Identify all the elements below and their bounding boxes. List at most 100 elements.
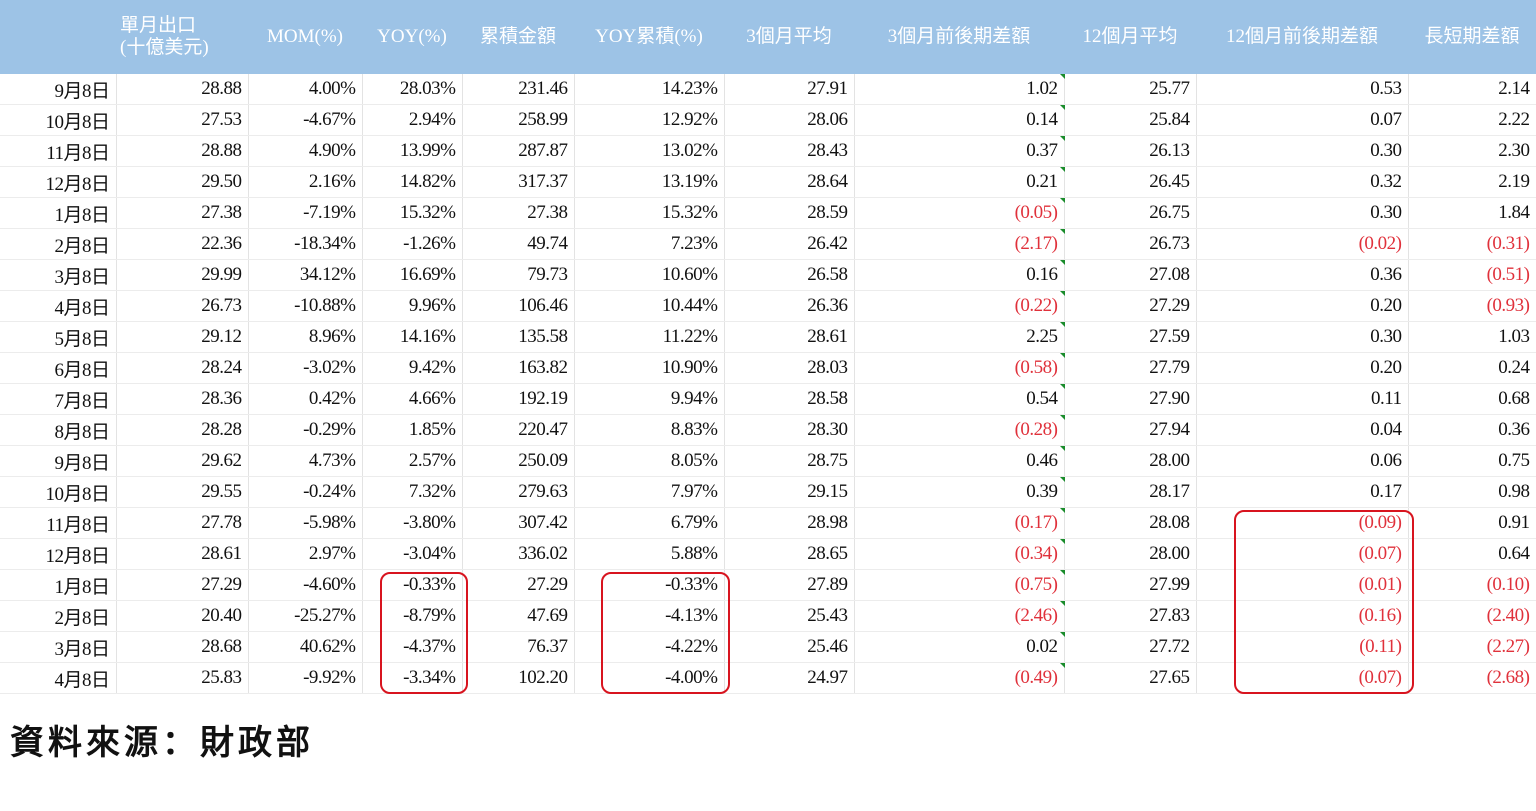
table-cell: 13.99%	[362, 135, 463, 167]
table-cell: 0.54	[854, 383, 1065, 415]
row-date-cell: 4月8日	[0, 290, 117, 322]
table-cell: 26.42	[724, 228, 855, 260]
table-cell: 25.46	[724, 631, 855, 663]
table-cell: 28.68	[116, 631, 249, 663]
table-cell: 25.77	[1064, 74, 1197, 105]
row-date-cell: 12月8日	[0, 538, 117, 570]
table-cell: 28.00	[1064, 538, 1197, 570]
table-cell: 27.94	[1064, 414, 1197, 446]
table-cell: -0.24%	[248, 476, 363, 508]
table-cell: 28.17	[1064, 476, 1197, 508]
row-date-cell: 7月8日	[0, 383, 117, 415]
table-cell: 0.16	[854, 259, 1065, 291]
table-cell: 10.44%	[574, 290, 725, 322]
table-cell: (0.49)	[854, 662, 1065, 694]
table-cell: 0.39	[854, 476, 1065, 508]
table-row: 2月8日 22.36 -18.34% -1.26% 49.74 7.23% 26.42 (2.…	[0, 228, 1536, 260]
table-cell: 1.84	[1408, 197, 1536, 229]
table-cell: 27.72	[1064, 631, 1197, 663]
table-cell: 25.84	[1064, 104, 1197, 136]
table-cell: 2.19	[1408, 166, 1536, 198]
table-cell: -3.04%	[362, 538, 463, 570]
table-cell: 2.25	[854, 321, 1065, 353]
table-cell: (0.31)	[1408, 228, 1536, 260]
table-cell: 4.73%	[248, 445, 363, 477]
table-cell: 27.89	[724, 569, 855, 601]
table-cell: (2.68)	[1408, 662, 1536, 694]
table-cell: 27.29	[1064, 290, 1197, 322]
column-header-3: YOY(%)	[362, 0, 462, 74]
table-cell: (0.10)	[1408, 569, 1536, 601]
table-cell: 0.30	[1196, 197, 1409, 229]
table-cell: 27.83	[1064, 600, 1197, 632]
source-caption: 資料來源：財政部	[10, 723, 314, 763]
row-date-cell: 3月8日	[0, 631, 117, 663]
table-cell: (0.58)	[854, 352, 1065, 384]
table-cell: (0.22)	[854, 290, 1065, 322]
table-cell: 26.73	[1064, 228, 1197, 260]
table-cell: (2.17)	[854, 228, 1065, 260]
table-cell: 28.06	[724, 104, 855, 136]
table-cell: 24.97	[724, 662, 855, 694]
table-cell: 26.36	[724, 290, 855, 322]
table-cell: 0.04	[1196, 414, 1409, 446]
table-cell: 2.94%	[362, 104, 463, 136]
table-cell: 8.05%	[574, 445, 725, 477]
row-date-cell: 4月8日	[0, 662, 117, 694]
table-cell: 0.30	[1196, 135, 1409, 167]
table-row: 11月8日 28.88 4.90% 13.99% 287.87 13.02% 28.43 0.…	[0, 135, 1536, 167]
export-statistics-table: 單月出口 (十億美元) MOM(%) YOY(%) 累積金額 YOY累積(%) 3個月平均 3…	[0, 0, 1536, 694]
column-header-2: MOM(%)	[248, 0, 362, 74]
table-cell: 0.91	[1408, 507, 1536, 539]
table-cell: 0.75	[1408, 445, 1536, 477]
table-cell: 28.03%	[362, 74, 463, 105]
table-cell: -8.79%	[362, 600, 463, 632]
table-cell: 0.64	[1408, 538, 1536, 570]
table-cell: 14.16%	[362, 321, 463, 353]
table-cell: 27.91	[724, 74, 855, 105]
table-cell: 26.13	[1064, 135, 1197, 167]
table-cell: (0.93)	[1408, 290, 1536, 322]
table-cell: 287.87	[462, 135, 575, 167]
table-cell: 28.24	[116, 352, 249, 384]
table-cell: 7.97%	[574, 476, 725, 508]
row-date-cell: 9月8日	[0, 74, 117, 105]
table-cell: -25.27%	[248, 600, 363, 632]
table-cell: (2.46)	[854, 600, 1065, 632]
table-cell: 0.14	[854, 104, 1065, 136]
table-cell: 2.14	[1408, 74, 1536, 105]
table-cell: 25.43	[724, 600, 855, 632]
table-cell: -3.34%	[362, 662, 463, 694]
table-cell: 0.20	[1196, 290, 1409, 322]
column-header-0	[0, 0, 116, 74]
table-row: 12月8日 28.61 2.97% -3.04% 336.02 5.88% 28.65 (0.…	[0, 538, 1536, 570]
table-cell: 13.02%	[574, 135, 725, 167]
table-cell: 9.42%	[362, 352, 463, 384]
table-cell: 11.22%	[574, 321, 725, 353]
table-row: 7月8日 28.36 0.42% 4.66% 192.19 9.94% 28.58 0.54 2…	[0, 383, 1536, 415]
table-cell: (0.17)	[854, 507, 1065, 539]
table-cell: 28.88	[116, 135, 249, 167]
table-cell: 2.16%	[248, 166, 363, 198]
column-header-9: 12個月前後期差額	[1196, 0, 1408, 74]
table-cell: -5.98%	[248, 507, 363, 539]
table-cell: 0.30	[1196, 321, 1409, 353]
table-cell: 106.46	[462, 290, 575, 322]
table-cell: 29.62	[116, 445, 249, 477]
table-cell: 4.00%	[248, 74, 363, 105]
table-cell: 27.53	[116, 104, 249, 136]
table-cell: 0.32	[1196, 166, 1409, 198]
table-cell: (0.02)	[1196, 228, 1409, 260]
table-cell: 49.74	[462, 228, 575, 260]
table-cell: 8.83%	[574, 414, 725, 446]
table-row: 3月8日 29.99 34.12% 16.69% 79.73 10.60% 26.58 0.1…	[0, 259, 1536, 291]
table-cell: 317.37	[462, 166, 575, 198]
table-cell: 10.60%	[574, 259, 725, 291]
table-cell: 13.19%	[574, 166, 725, 198]
table-cell: (0.75)	[854, 569, 1065, 601]
table-cell: -7.19%	[248, 197, 363, 229]
table-cell: 28.64	[724, 166, 855, 198]
column-header-10: 長短期差額	[1408, 0, 1536, 74]
table-cell: 0.36	[1408, 414, 1536, 446]
table-cell: 27.38	[116, 197, 249, 229]
